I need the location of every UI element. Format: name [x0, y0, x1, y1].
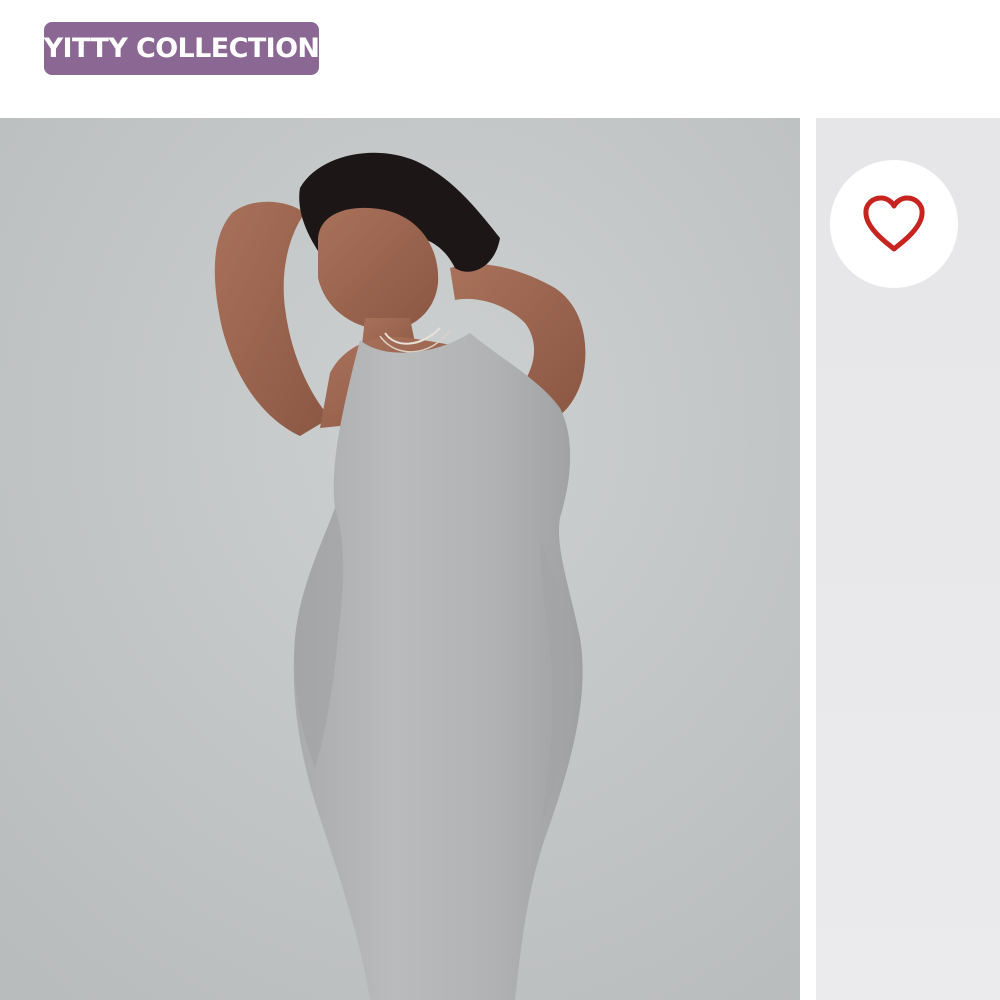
collection-badge: YITTY COLLECTION — [43, 22, 320, 75]
product-image[interactable] — [0, 118, 800, 1000]
collection-badge-label: YITTY COLLECTION — [43, 33, 320, 64]
heart-outline-icon — [863, 195, 925, 252]
product-card: YITTY COLLECTION — [0, 0, 1000, 1000]
wishlist-button[interactable] — [830, 160, 958, 288]
product-photo-illustration — [0, 118, 800, 1000]
